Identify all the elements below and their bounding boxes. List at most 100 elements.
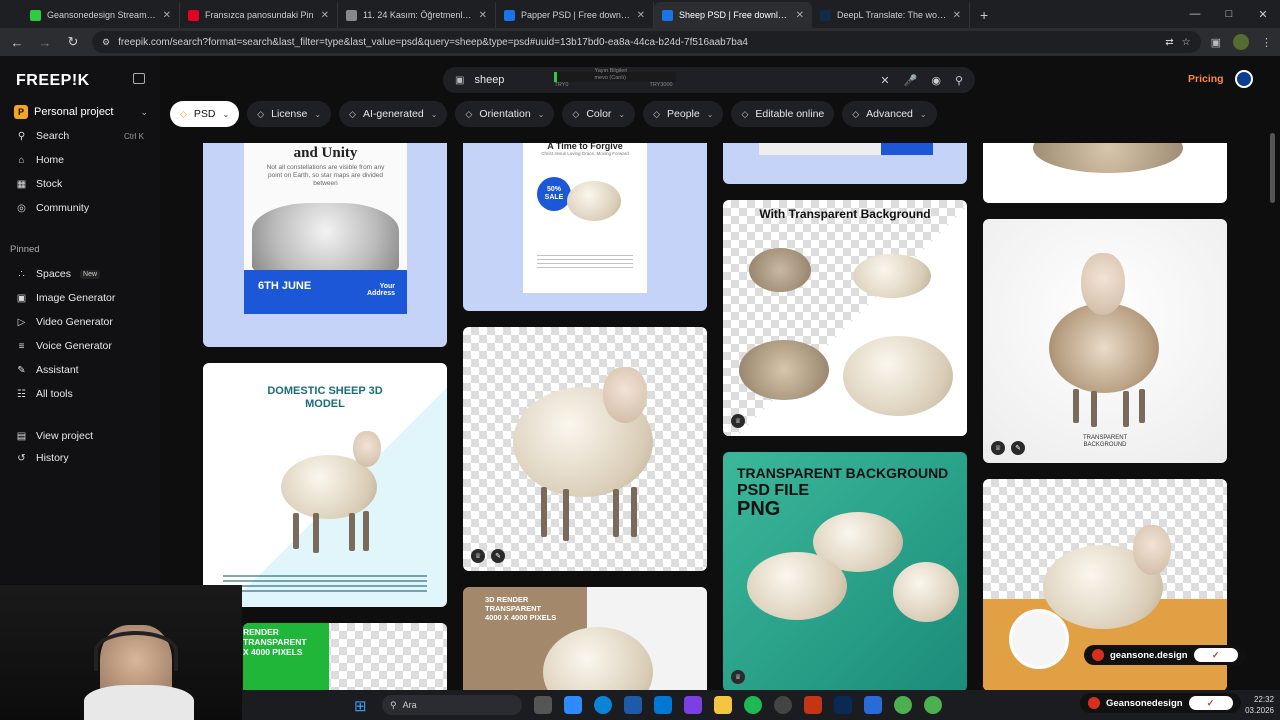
- obs-icon[interactable]: [774, 696, 792, 714]
- stamp-logo: [1009, 609, 1069, 669]
- user-avatar[interactable]: [1235, 70, 1253, 88]
- sidebar-item-view-project[interactable]: ▤ View project: [16, 428, 156, 444]
- sidebar-item-all-tools[interactable]: ☷ All tools: [16, 386, 156, 402]
- tab-close-icon[interactable]: ✕: [321, 10, 329, 21]
- file-explorer-icon[interactable]: [714, 696, 732, 714]
- advanced-icon: ◇: [852, 108, 860, 119]
- filter-chip-editable-online[interactable]: ◇ Editable online: [731, 101, 835, 127]
- new-tab-button[interactable]: +: [970, 2, 998, 28]
- sidebar-item-assistant[interactable]: ✎ Assistant: [16, 362, 156, 378]
- taskbar-clock[interactable]: 22:32 03.2026: [1245, 694, 1274, 716]
- filter-chip-psd[interactable]: ◇ PSD ⌄: [170, 101, 240, 127]
- freepik-logo[interactable]: FREEP!K: [16, 72, 90, 90]
- store-icon[interactable]: [624, 696, 642, 714]
- filter-chip-advanced[interactable]: ◇ Advanced ⌄: [842, 101, 937, 127]
- result-card[interactable]: With Transparent Background ♕: [723, 200, 967, 436]
- sheep-leg: [349, 513, 355, 551]
- tab-close-icon[interactable]: ✕: [479, 10, 487, 21]
- browser-tab[interactable]: Papper PSD | Free download ✕: [496, 2, 654, 28]
- browser-tab[interactable]: DeepL Translate: The world's m ✕: [812, 2, 970, 28]
- sidebar-item-home[interactable]: ⌂ Home: [16, 152, 156, 168]
- profile-avatar[interactable]: [1233, 34, 1249, 50]
- windows-start-icon[interactable]: ⊞: [354, 697, 367, 715]
- extensions-icon[interactable]: ▣: [1211, 36, 1221, 49]
- illustrator-icon[interactable]: [804, 696, 822, 714]
- sidebar-item-video-generator[interactable]: ▷ Video Generator: [16, 314, 156, 330]
- filter-chip-ai-generated[interactable]: ◇ AI-generated ⌄: [339, 101, 448, 127]
- image-search-icon[interactable]: ▣: [455, 75, 464, 86]
- camera-icon[interactable]: ◉: [931, 74, 941, 87]
- tab-close-icon[interactable]: ✕: [796, 10, 804, 21]
- filter-chip-license[interactable]: ◇ License ⌄: [247, 101, 332, 127]
- sidebar-item-history[interactable]: ↺ History: [16, 450, 156, 466]
- url-field[interactable]: ⚙ freepik.com/search?format=search&last_…: [92, 31, 1201, 53]
- filter-chip-people[interactable]: ◇ People ⌄: [643, 101, 724, 127]
- voice-generator-icon: ≡: [18, 340, 25, 352]
- maximize-icon[interactable]: □: [1212, 0, 1246, 28]
- app-icon[interactable]: [684, 696, 702, 714]
- tab-title: Fransızca panosundaki Pin: [205, 10, 314, 20]
- photoshop-icon[interactable]: [834, 696, 852, 714]
- microphone-icon[interactable]: 🎤: [904, 74, 918, 87]
- scrollbar-thumb[interactable]: [1270, 133, 1275, 203]
- sidebar-item-stock[interactable]: ▦ Stock: [16, 176, 156, 192]
- translate-icon[interactable]: ⇄: [1165, 37, 1173, 48]
- chrome-icon[interactable]: [894, 696, 912, 714]
- browser-tab[interactable]: 11. 24 Kasım: Öğretmenler Gün ✕: [338, 2, 496, 28]
- clear-icon[interactable]: ✕: [880, 74, 889, 87]
- minimize-icon[interactable]: —: [1178, 0, 1212, 28]
- edge-icon[interactable]: [594, 696, 612, 714]
- sidebar-collapse-icon[interactable]: [133, 73, 145, 84]
- result-card[interactable]: 3D RENDER TRANSPARENT 4000 X 4000 PIXELS: [463, 587, 707, 690]
- back-icon[interactable]: ←: [8, 35, 26, 50]
- result-card[interactable]: RENDER TRANSPARENT X 4000 PIXELS: [243, 623, 447, 690]
- result-card[interactable]: TRANSPARENT BACKGROUND ♕ ✎: [983, 219, 1227, 463]
- tab-title: 11. 24 Kasım: Öğretmenler Gün: [363, 10, 473, 20]
- task-view-icon[interactable]: [534, 696, 552, 714]
- menu-icon[interactable]: ⋮: [1261, 36, 1272, 49]
- taskbar-search[interactable]: ⚲ Ara: [382, 695, 522, 715]
- project-selector[interactable]: P Personal project ⌄: [14, 103, 148, 121]
- sidebar-item-image-generator[interactable]: ▣ Image Generator: [16, 290, 156, 306]
- browser-tab[interactable]: Fransızca panosundaki Pin ✕: [180, 2, 338, 28]
- filter-label: Orientation: [479, 108, 531, 120]
- search-bar[interactable]: ▣ sheep Yayın Bilgileri mevo (Canlı) TRY…: [443, 67, 975, 93]
- result-card[interactable]: DOMESTIC SHEEP 3D MODEL: [203, 363, 447, 607]
- result-card[interactable]: [983, 143, 1227, 203]
- sidebar-item-search[interactable]: ⚲ Search Ctrl K: [16, 128, 156, 144]
- chrome-icon[interactable]: [924, 696, 942, 714]
- tab-close-icon[interactable]: ✕: [163, 10, 171, 21]
- tab-close-icon[interactable]: ✕: [953, 10, 961, 21]
- spotify-icon[interactable]: [744, 696, 762, 714]
- home-icon: ⌂: [18, 154, 25, 166]
- reload-icon[interactable]: ↻: [64, 34, 82, 50]
- result-card[interactable]: ♕ ✎: [463, 327, 707, 571]
- result-card[interactable]: [723, 143, 967, 184]
- tab-close-icon[interactable]: ✕: [637, 10, 645, 21]
- result-card[interactable]: TRANSPARENT BACKGROUND PSD FILE PNG ♕: [723, 452, 967, 690]
- color-icon: ◇: [572, 108, 580, 119]
- search-icon[interactable]: ⚲: [955, 74, 963, 87]
- sidebar-item-community[interactable]: ◎ Community: [16, 200, 156, 216]
- outlook-icon[interactable]: [654, 696, 672, 714]
- result-card[interactable]: A Time to Forgive Christ Jesus Loving Gr…: [463, 143, 707, 311]
- forward-icon[interactable]: →: [36, 35, 54, 50]
- people-icon: ◇: [653, 108, 661, 119]
- search-input[interactable]: sheep: [474, 74, 544, 86]
- browser-tab[interactable]: Sheep PSD | Free download ✕: [654, 2, 812, 28]
- site-info-icon[interactable]: ⚙: [102, 37, 110, 48]
- sheep-leg: [1123, 391, 1129, 427]
- license-icon: ◇: [257, 108, 265, 119]
- sidebar-item-spaces[interactable]: ∴ Spaces New: [16, 266, 156, 282]
- pricing-link[interactable]: Pricing: [1188, 73, 1224, 85]
- browser-tab[interactable]: Geansonedesign Stream - Wat ✕: [22, 2, 180, 28]
- sidebar-item-voice-generator[interactable]: ≡ Voice Generator: [16, 338, 156, 354]
- result-card[interactable]: and Unity Not all constellations are vis…: [203, 143, 447, 347]
- sidebar-item-label: Image Generator: [36, 292, 116, 304]
- bookmark-icon[interactable]: ☆: [1182, 37, 1191, 48]
- widgets-icon[interactable]: [564, 696, 582, 714]
- app-icon[interactable]: [864, 696, 882, 714]
- filter-chip-color[interactable]: ◇ Color ⌄: [562, 101, 636, 127]
- close-window-icon[interactable]: ✕: [1246, 0, 1280, 28]
- filter-chip-orientation[interactable]: ◇ Orientation ⌄: [455, 101, 555, 127]
